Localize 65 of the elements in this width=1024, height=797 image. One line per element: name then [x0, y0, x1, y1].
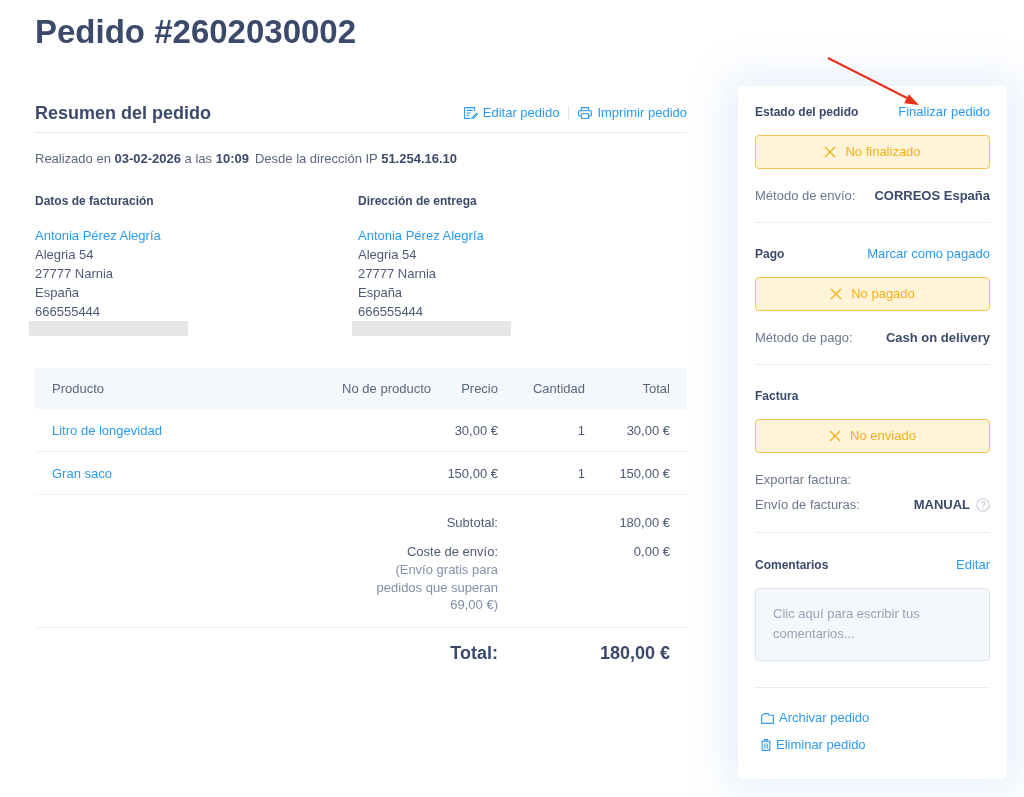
comments-field[interactable]: Clic aquí para escribir tus comentarios... — [755, 588, 990, 661]
detail-label: Método de pago: — [755, 330, 853, 346]
section-heading: Factura — [755, 388, 799, 404]
product-link[interactable]: Gran saco — [52, 465, 112, 481]
column-header: Total — [641, 381, 670, 396]
shipping-value: 0,00 € — [632, 544, 670, 560]
column-header: No de producto — [341, 381, 431, 396]
detail-label: Método de envío: — [755, 188, 856, 204]
customer-name-link[interactable]: Antonia Pérez Alegría — [35, 226, 161, 245]
table-cell-text: 150,00 € — [618, 465, 670, 481]
address-line: España — [35, 284, 81, 302]
address-heading: Datos de facturación — [35, 193, 155, 209]
subtotal-value: 180,00 € — [618, 515, 670, 531]
total-label: Total: — [449, 641, 498, 664]
address-line: 666555444 — [35, 303, 102, 321]
action-link[interactable]: Marcar como pagado — [867, 246, 990, 262]
table-cell-text: 30,00 € — [625, 422, 670, 438]
detail-label: Envío de facturas: — [755, 497, 860, 513]
section-heading: Comentarios — [755, 557, 829, 573]
shipping-note: (Envío gratis para pedidos que superan 69,00 €) — [376, 561, 498, 614]
detail-value: CORREOS España — [874, 188, 990, 204]
customer-name-link[interactable]: Antonia Pérez Alegría — [358, 226, 484, 245]
address-line: Alegria 54 — [358, 246, 418, 264]
trash-icon — [761, 739, 771, 751]
address-line: 27777 Narnia — [35, 265, 115, 283]
total-value: 180,00 € — [598, 641, 670, 664]
detail-label: Exportar factura: — [755, 472, 852, 488]
folder-icon — [761, 712, 774, 724]
address-heading: Dirección de entrega — [358, 193, 478, 209]
address-line: Alegria 54 — [35, 246, 95, 264]
table-cell-text: 1 — [576, 465, 585, 481]
column-header: Cantidad — [531, 381, 585, 396]
table-cell-text: 30,00 € — [453, 422, 498, 438]
table-cell-text: 150,00 € — [446, 465, 498, 481]
section-heading: Estado del pedido — [755, 104, 859, 120]
column-header: Precio — [460, 381, 498, 396]
ip-address-text: Desde la dirección IP 51.254.16.10 — [254, 151, 458, 167]
action-link[interactable]: Editar — [956, 557, 990, 573]
product-link[interactable]: Litro de longevidad — [52, 422, 162, 438]
archive-order-link[interactable]: Archivar pedido — [761, 710, 870, 726]
x-icon — [829, 430, 842, 442]
section-heading: Pago — [755, 246, 785, 262]
shipping-label: Coste de envío: — [406, 544, 498, 560]
detail-value: Cash on delivery — [885, 330, 990, 346]
table-cell-text: 1 — [576, 422, 585, 438]
status-text: No pagado — [851, 286, 915, 302]
edit-order-link[interactable]: Editar pedido — [463, 105, 560, 121]
print-order-link[interactable]: Imprimir pedido — [578, 105, 687, 121]
action-link[interactable]: Finalizar pedido — [898, 104, 990, 120]
page-title: Pedido #2602030002 — [35, 12, 357, 51]
section-title: Resumen del pedido — [35, 102, 212, 124]
address-line: 27777 Narnia — [358, 265, 438, 283]
detail-value: MANUAL — [913, 497, 970, 513]
x-icon — [830, 288, 843, 300]
subtotal-label: Subtotal: — [445, 515, 498, 531]
column-header: Producto — [52, 381, 106, 396]
printer-icon — [578, 107, 593, 119]
edit-icon — [463, 107, 478, 119]
delete-order-link[interactable]: Eliminar pedido — [761, 737, 866, 753]
status-text: No enviado — [850, 428, 916, 444]
x-icon — [824, 146, 837, 158]
status-text: No finalizado — [845, 144, 921, 160]
address-line: 666555444 — [358, 303, 425, 321]
order-date-text: Realizado en 03-02-2026 a las 10:09 — [35, 151, 249, 167]
address-line: España — [358, 284, 404, 302]
